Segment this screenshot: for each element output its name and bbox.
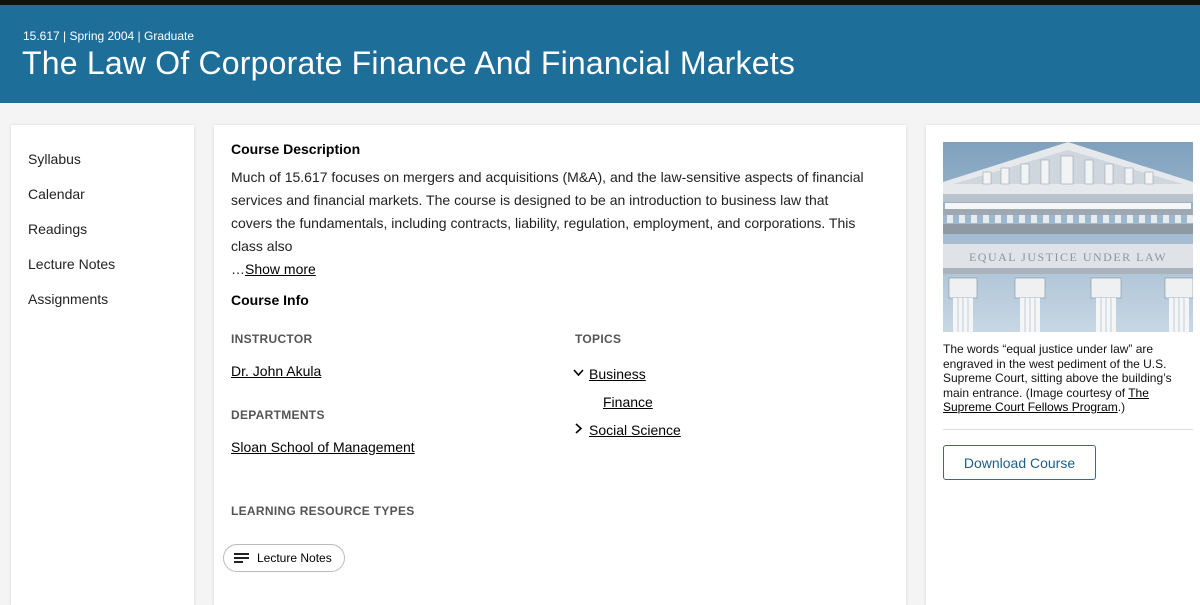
topic-business[interactable]: Business xyxy=(589,366,646,382)
download-course-button[interactable]: Download Course xyxy=(943,445,1096,480)
divider xyxy=(943,429,1193,430)
departments-label: DEPARTMENTS xyxy=(231,408,325,422)
image-caption: The words “equal justice under law” are … xyxy=(943,342,1183,415)
sidebar-item-assignments[interactable]: Assignments xyxy=(28,291,108,307)
topic-finance[interactable]: Finance xyxy=(603,394,653,410)
page-title: The Law Of Corporate Finance And Financi… xyxy=(22,45,796,81)
sidebar-item-syllabus[interactable]: Syllabus xyxy=(28,151,81,167)
supreme-court-illustration: EQUAL JUSTICE UNDER LAW xyxy=(943,142,1193,332)
topic-social-science[interactable]: Social Science xyxy=(589,422,681,438)
show-more-link[interactable]: Show more xyxy=(245,261,316,277)
course-description-text: Much of 15.617 focuses on mergers and ac… xyxy=(231,169,864,254)
supreme-court-image: EQUAL JUSTICE UNDER LAW xyxy=(943,142,1193,332)
caption-suffix: .) xyxy=(1117,400,1126,414)
sidebar-item-lecture-notes[interactable]: Lecture Notes xyxy=(28,256,115,272)
course-meta: 15.617 | Spring 2004 | Graduate xyxy=(23,29,195,43)
course-info-heading: Course Info xyxy=(231,292,309,308)
resource-chip-label: Lecture Notes xyxy=(257,551,332,565)
main-content: Course Description Much of 15.617 focuse… xyxy=(214,125,906,605)
course-header: 15.617 | Spring 2004 | Graduate The Law … xyxy=(0,5,1200,103)
sidebar-item-calendar[interactable]: Calendar xyxy=(28,186,85,202)
resource-chip-lecture-notes[interactable]: Lecture Notes xyxy=(223,544,345,572)
course-description: Much of 15.617 focuses on mergers and ac… xyxy=(231,166,871,281)
instructor-label: INSTRUCTOR xyxy=(231,332,313,346)
department-link[interactable]: Sloan School of Management xyxy=(231,439,415,455)
description-ellipsis: … xyxy=(231,261,245,277)
resource-types-label: LEARNING RESOURCE TYPES xyxy=(231,504,415,518)
chevron-right-icon[interactable] xyxy=(574,423,583,434)
topics-label: TOPICS xyxy=(575,332,622,346)
sidebar-item-readings[interactable]: Readings xyxy=(28,221,87,237)
course-description-heading: Course Description xyxy=(231,141,361,157)
notes-icon xyxy=(234,551,249,566)
image-inscription: EQUAL JUSTICE UNDER LAW xyxy=(969,250,1167,264)
sidebar-nav: Syllabus Calendar Readings Lecture Notes… xyxy=(11,125,194,605)
course-aside: EQUAL JUSTICE UNDER LAW The words “equal… xyxy=(926,125,1200,605)
chevron-down-icon[interactable] xyxy=(573,368,584,377)
instructor-link[interactable]: Dr. John Akula xyxy=(231,363,321,379)
